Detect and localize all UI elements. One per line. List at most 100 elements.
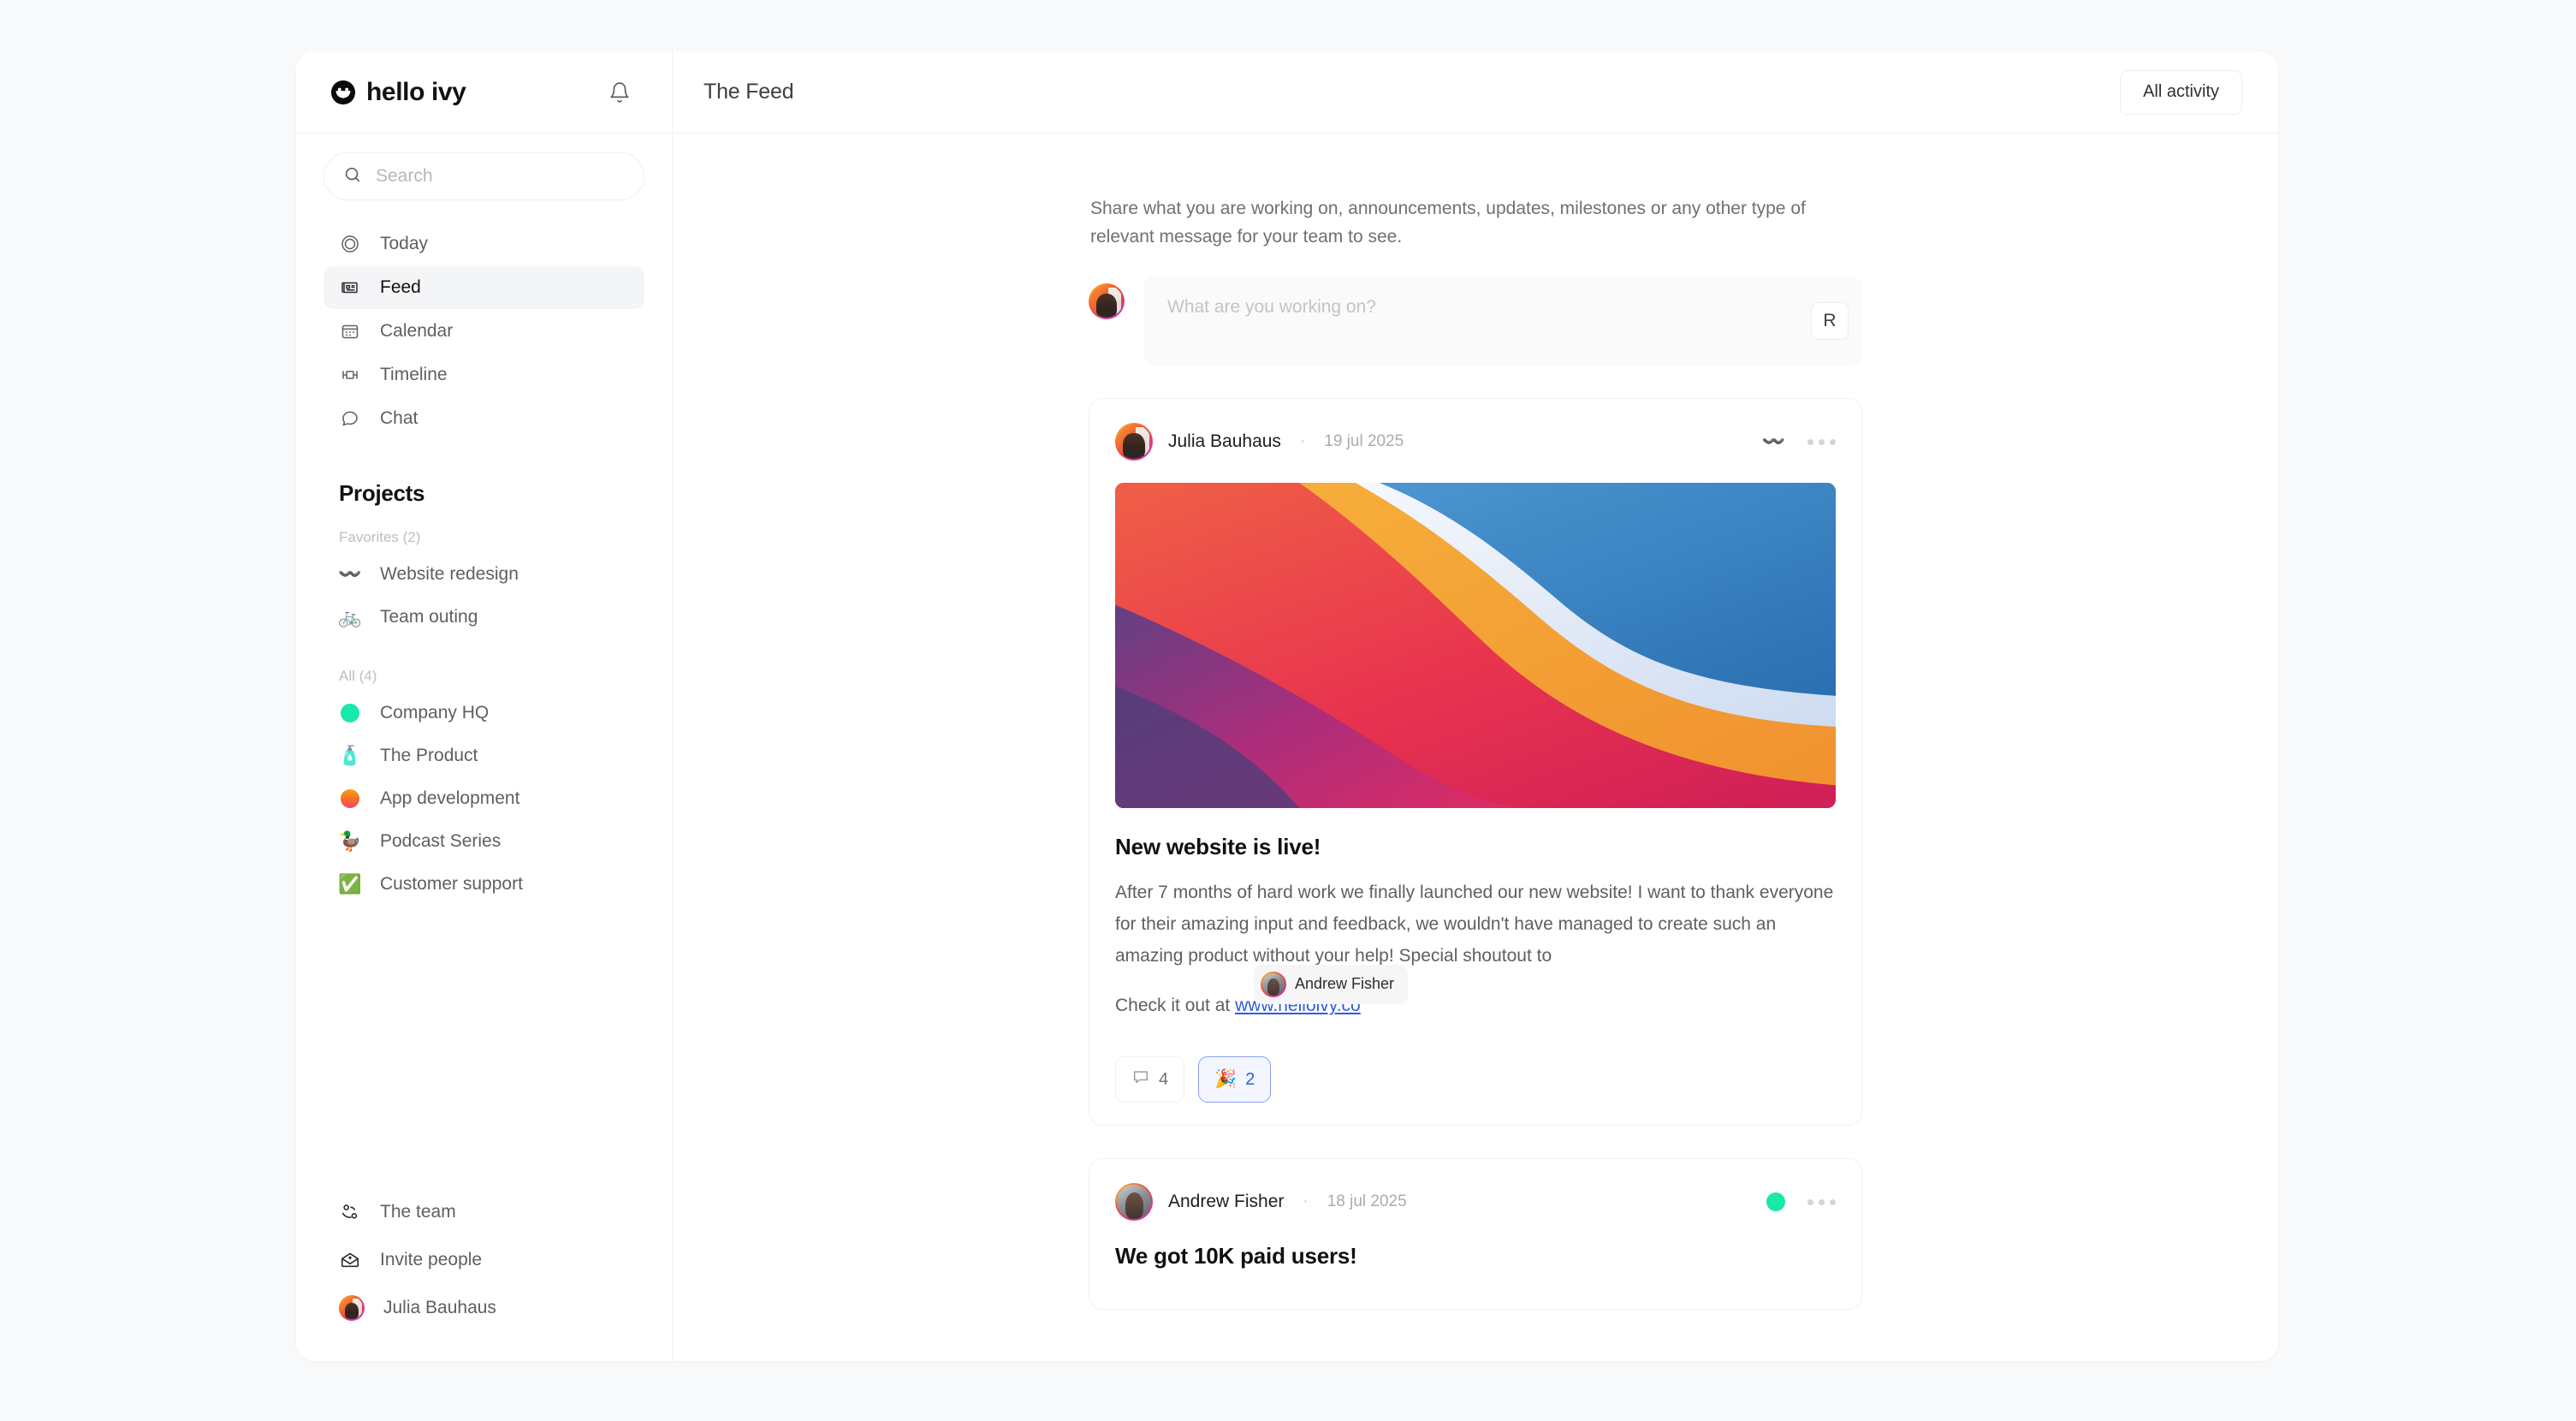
post-card: Andrew Fisher · 18 jul 2025 We got 10K p… (1089, 1158, 1862, 1310)
timeline-icon (339, 364, 361, 386)
project-label: Team outing (380, 607, 478, 627)
sidebar-item-timeline[interactable]: Timeline (323, 354, 644, 396)
bicycle-emoji: 🚲 (339, 606, 361, 628)
green-dot-icon (339, 702, 361, 724)
post-header: Julia Bauhaus · 19 jul 2025 〰️ (1115, 423, 1836, 461)
green-dot-icon[interactable] (1766, 1192, 1785, 1211)
sidebar-item-label: Julia Bauhaus (383, 1298, 496, 1318)
all-group-label: All (4) (296, 639, 672, 692)
project-item-company-hq[interactable]: Company HQ (296, 692, 672, 734)
calendar-icon (339, 320, 361, 342)
project-label: Customer support (380, 874, 523, 895)
search-icon (343, 165, 362, 188)
search-box[interactable] (323, 152, 644, 200)
project-item-customer-support[interactable]: ✅ Customer support (296, 863, 672, 906)
comment-reaction-button[interactable]: 4 (1115, 1056, 1184, 1103)
post-header-actions (1766, 1192, 1836, 1211)
bell-icon[interactable] (605, 78, 634, 107)
post-date: 18 jul 2025 (1327, 1192, 1407, 1211)
sidebar-item-label: Chat (380, 408, 418, 429)
sidebar-item-feed[interactable]: Feed (323, 266, 644, 309)
project-label: The Product (380, 746, 478, 766)
avatar (1115, 423, 1153, 461)
party-count: 2 (1245, 1070, 1255, 1090)
all-activity-button[interactable]: All activity (2120, 70, 2242, 115)
post-title: New website is live! (1115, 834, 1836, 860)
avatar (339, 1295, 365, 1321)
project-item-team-outing[interactable]: 🚲 Team outing (296, 596, 672, 639)
smiley-logo-icon (330, 80, 356, 105)
post-link-line: Check it out at www.helloivy.co (1115, 990, 1836, 1022)
more-options-icon[interactable] (1807, 1199, 1836, 1205)
feed-column: Share what you are working on, announcem… (1089, 195, 1862, 1361)
main-content: The Feed All activity Share what you are… (673, 51, 2278, 1361)
post-title: We got 10K paid users! (1115, 1243, 1836, 1269)
composer-input[interactable]: What are you working on? R (1143, 276, 1862, 366)
wave-emoji: 〰️ (339, 563, 361, 586)
brand-name: hello ivy (366, 78, 466, 107)
avatar (1115, 1183, 1153, 1221)
gradient-dot-icon (339, 788, 361, 810)
app-window: hello ivy (296, 51, 2278, 1361)
post-separator: · (1300, 432, 1305, 451)
post-header: Andrew Fisher · 18 jul 2025 (1115, 1183, 1836, 1221)
post-date: 19 jul 2025 (1324, 432, 1404, 451)
party-popper-emoji: 🎉 (1214, 1069, 1237, 1090)
sidebar-item-invite-people[interactable]: Invite people (323, 1236, 644, 1284)
news-icon (339, 276, 361, 299)
party-reaction-button[interactable]: 🎉 2 (1198, 1056, 1271, 1103)
post-link-prefix: Check it out at (1115, 996, 1235, 1015)
sidebar-item-today[interactable]: Today (323, 223, 644, 265)
sidebar-item-label: Feed (380, 277, 421, 298)
project-item-website-redesign[interactable]: 〰️ Website redesign (296, 553, 672, 596)
envelope-plus-icon (339, 1249, 361, 1271)
composer-row: What are you working on? R (1089, 276, 1862, 366)
mention-name: Andrew Fisher (1295, 971, 1394, 998)
composer-shortcut-badge[interactable]: R (1811, 302, 1849, 340)
project-label: Website redesign (380, 564, 519, 585)
sidebar-item-label: The team (380, 1202, 456, 1222)
comment-icon (1131, 1067, 1150, 1091)
sidebar-footer: The team Invite people Julia Bauhaus (296, 1188, 672, 1332)
post-separator: · (1303, 1192, 1308, 1211)
feed-scroll-area[interactable]: Share what you are working on, announcem… (673, 134, 2278, 1361)
project-label: Podcast Series (380, 831, 501, 852)
more-options-icon[interactable] (1807, 439, 1836, 445)
post-card: Julia Bauhaus · 19 jul 2025 〰️ (1089, 398, 1862, 1126)
sidebar-item-chat[interactable]: Chat (323, 397, 644, 440)
post-paragraph: After 7 months of hard work we finally l… (1115, 877, 1836, 972)
people-icon (339, 1201, 361, 1223)
composer-placeholder: What are you working on? (1167, 297, 1838, 318)
favorites-group-label: Favorites (2) (296, 507, 672, 553)
avatar (1261, 972, 1286, 997)
bottle-emoji: 🧴 (339, 745, 361, 767)
duck-emoji: 🦆 (339, 830, 361, 853)
wave-emoji[interactable]: 〰️ (1762, 431, 1785, 453)
mention-tooltip[interactable]: Andrew Fisher (1254, 965, 1408, 1004)
post-author: Julia Bauhaus (1168, 431, 1281, 452)
project-item-app-development[interactable]: App development (296, 777, 672, 820)
chat-icon (339, 407, 361, 430)
sidebar-item-calendar[interactable]: Calendar (323, 310, 644, 353)
sidebar-item-the-team[interactable]: The team (323, 1188, 644, 1236)
sidebar-item-julia-bauhaus[interactable]: Julia Bauhaus (323, 1284, 644, 1332)
search-container (296, 134, 672, 209)
brand[interactable]: hello ivy (330, 78, 466, 107)
post-header-actions: 〰️ (1762, 431, 1836, 453)
avatar (1089, 283, 1125, 319)
post-reactions: 4 🎉 2 (1115, 1056, 1836, 1103)
sidebar-item-label: Timeline (380, 365, 448, 385)
share-instructions: Share what you are working on, announcem… (1089, 195, 1862, 276)
sidebar-item-label: Calendar (380, 321, 453, 342)
target-icon (339, 233, 361, 255)
big-sur-gradient-wallpaper (1115, 483, 1836, 808)
project-item-podcast-series[interactable]: 🦆 Podcast Series (296, 820, 672, 863)
project-label: Company HQ (380, 703, 489, 723)
comment-count: 4 (1159, 1070, 1168, 1090)
post-body: After 7 months of hard work we finally l… (1115, 877, 1836, 1022)
project-item-the-product[interactable]: 🧴 The Product (296, 734, 672, 777)
primary-nav: Today Feed (296, 209, 672, 441)
sidebar-item-label: Today (380, 234, 428, 254)
search-input[interactable] (376, 166, 625, 187)
sidebar: hello ivy (296, 51, 673, 1361)
